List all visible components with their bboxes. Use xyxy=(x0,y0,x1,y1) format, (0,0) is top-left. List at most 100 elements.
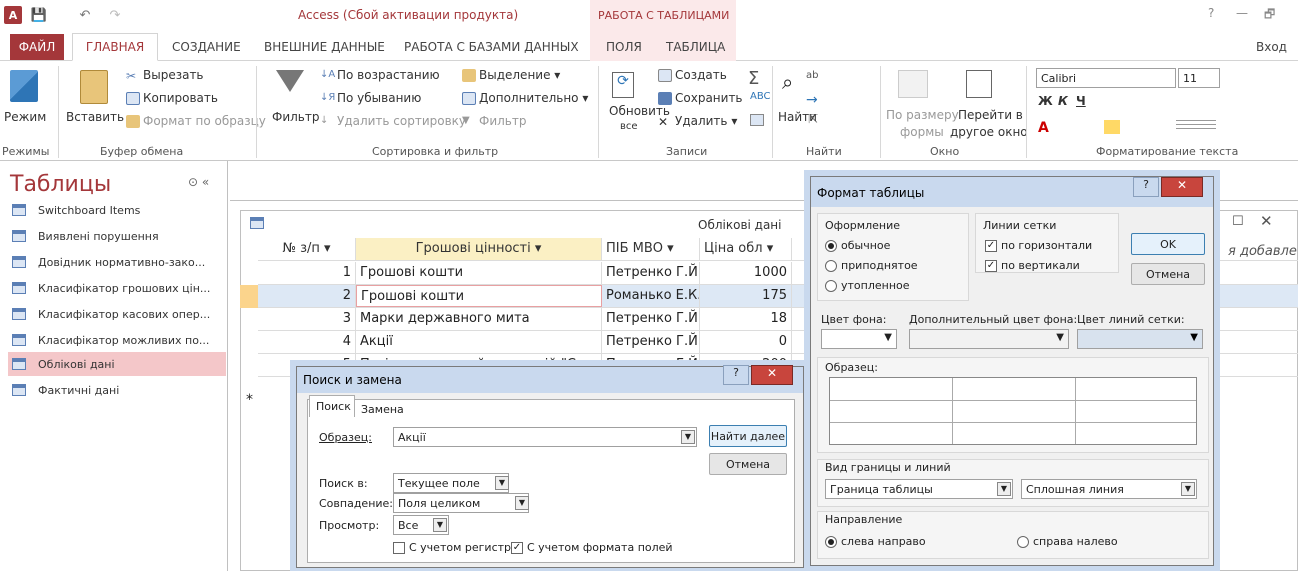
table-cell[interactable]: 3 xyxy=(258,308,356,330)
tab-external-data[interactable]: ВНЕШНИЕ ДАННЫЕ xyxy=(264,40,385,54)
border-select[interactable]: Граница таблицы xyxy=(825,479,1013,499)
view-button[interactable]: Режим xyxy=(4,110,46,124)
more-records-icon[interactable] xyxy=(750,114,764,126)
sort-desc-button[interactable]: ↓Я По убыванию xyxy=(320,91,421,105)
binoculars-icon[interactable]: ⌕ xyxy=(782,70,793,94)
underline-button[interactable]: Ч xyxy=(1076,94,1086,108)
chevron-down-icon[interactable]: ▼ xyxy=(515,496,529,510)
radio-normal[interactable]: обычное xyxy=(825,239,890,252)
lookin-select[interactable]: Текущее поле xyxy=(393,473,509,493)
help-icon[interactable]: ? xyxy=(1133,177,1159,197)
minimize-icon[interactable]: — xyxy=(1236,6,1248,20)
nav-title[interactable]: Таблицы xyxy=(10,172,111,197)
selection-button[interactable]: Выделение ▾ xyxy=(462,68,560,82)
goto-icon[interactable]: → xyxy=(806,92,818,108)
switch-windows-icon[interactable] xyxy=(966,70,992,98)
redo-icon[interactable]: ↷ xyxy=(106,6,124,24)
save-record-button[interactable]: Сохранить xyxy=(658,91,743,105)
nav-item[interactable]: Виявлені порушення xyxy=(8,224,226,248)
refresh-icon[interactable]: ⟳ xyxy=(612,72,634,98)
match-select[interactable]: Поля целиком xyxy=(393,493,529,513)
font-color-icon[interactable]: A xyxy=(1038,120,1049,136)
table-cell[interactable]: Грошові кошти xyxy=(356,262,602,284)
totals-icon[interactable]: Σ xyxy=(748,68,759,89)
table-cell[interactable]: Петренко Г.Й. xyxy=(602,331,700,353)
column-header[interactable]: Грошові цінності ▾ xyxy=(356,238,602,260)
alt-bg-color-select[interactable]: ▼ xyxy=(909,329,1069,349)
tab-create[interactable]: СОЗДАНИЕ xyxy=(172,40,241,54)
cut-button[interactable]: ✂ Вырезать xyxy=(126,68,204,83)
tab-database-tools[interactable]: РАБОТА С БАЗАМИ ДАННЫХ xyxy=(404,40,579,54)
close-icon[interactable]: ✕ xyxy=(751,365,793,385)
table-cell[interactable]: 4 xyxy=(258,331,356,353)
find-button[interactable]: Найти xyxy=(778,110,817,124)
tab-home[interactable]: ГЛАВНАЯ xyxy=(72,33,158,61)
nav-item[interactable]: Довідник нормативно-зако... xyxy=(8,250,226,274)
close-icon[interactable]: ✕ xyxy=(1260,212,1273,230)
tab-replace[interactable]: Замена xyxy=(357,399,408,420)
table-cell[interactable]: Акції xyxy=(356,331,602,353)
cancel-button[interactable]: Отмена xyxy=(1131,263,1205,285)
advanced-button[interactable]: Дополнительно ▾ xyxy=(462,91,588,105)
chevron-down-icon[interactable]: ▼ xyxy=(1181,482,1195,496)
close-icon[interactable]: ✕ xyxy=(1161,177,1203,197)
filter-button[interactable]: Фильтр xyxy=(272,110,319,124)
grid-color-select[interactable]: ▼ xyxy=(1077,329,1203,349)
replace-icon[interactable]: ab xyxy=(806,70,818,81)
table-cell[interactable]: Петренко Г.Й. xyxy=(602,308,700,330)
radio-ltr[interactable]: слева направо xyxy=(825,535,926,548)
restore-icon[interactable]: 🗗 xyxy=(1264,5,1275,26)
font-name-select[interactable]: Calibri xyxy=(1036,68,1176,88)
add-field-header[interactable]: я добавле xyxy=(1228,244,1297,259)
cancel-button[interactable]: Отмена xyxy=(709,453,787,475)
switch-windows-button[interactable]: Перейти в xyxy=(958,108,1023,122)
filter-icon[interactable] xyxy=(276,70,304,92)
record-selector[interactable] xyxy=(240,285,258,308)
find-next-button[interactable]: Найти далее xyxy=(709,425,787,447)
chevron-down-icon[interactable]: ▼ xyxy=(495,476,509,490)
save-icon[interactable]: 💾 xyxy=(30,6,48,24)
match-case-checkbox[interactable]: С учетом регистра xyxy=(393,541,518,554)
table-cell[interactable]: 175 xyxy=(700,285,792,307)
help-icon[interactable]: ? xyxy=(723,365,749,385)
table-cell[interactable]: 18 xyxy=(700,308,792,330)
grid-horizontal-checkbox[interactable]: ✓ по горизонтали xyxy=(985,239,1092,252)
table-cell[interactable]: Романько Е.К. xyxy=(602,285,700,307)
size-to-form-icon[interactable] xyxy=(898,70,928,98)
clear-sort-button[interactable]: ↓ Удалить сортировку xyxy=(320,114,466,128)
table-cell[interactable]: 1 xyxy=(258,262,356,284)
column-header[interactable]: Ціна обл ▾ xyxy=(700,238,792,260)
radio-sunken[interactable]: утопленное xyxy=(825,279,910,292)
spelling-icon[interactable]: ABC xyxy=(750,91,771,102)
table-cell-active[interactable]: Грошові кошти xyxy=(356,285,602,307)
table-cell[interactable]: 0 xyxy=(700,331,792,353)
view-icon[interactable] xyxy=(10,70,38,102)
bold-button[interactable]: Ж xyxy=(1038,94,1053,108)
paste-icon[interactable] xyxy=(80,70,108,104)
nav-item[interactable]: Switchboard Items xyxy=(8,198,226,222)
maximize-icon[interactable]: ☐ xyxy=(1232,214,1244,229)
nav-item[interactable]: Фактичні дані xyxy=(8,378,226,402)
font-size-select[interactable]: 11 xyxy=(1178,68,1220,88)
nav-item-selected[interactable]: Облікові дані xyxy=(8,352,226,376)
tab-table[interactable]: ТАБЛИЦА xyxy=(666,40,725,54)
size-to-form-button[interactable]: По размеру xyxy=(886,108,959,122)
toggle-filter-button[interactable]: ▼ Фильтр xyxy=(462,114,526,128)
table-cell[interactable]: 2 xyxy=(258,285,356,307)
nav-item[interactable]: Класифікатор грошових цін... xyxy=(8,276,226,300)
paste-button[interactable]: Вставить xyxy=(66,110,124,124)
match-format-checkbox[interactable]: ✓ С учетом формата полей xyxy=(511,541,673,554)
column-header[interactable]: № з/п ▾ xyxy=(258,238,356,260)
ok-button[interactable]: OK xyxy=(1131,233,1205,255)
pattern-input[interactable]: Акції xyxy=(393,427,697,447)
format-painter-button[interactable]: Формат по образцу xyxy=(126,114,266,128)
table-cell[interactable]: Петренко Г.Й. xyxy=(602,262,700,284)
signin-link[interactable]: Вход xyxy=(1256,40,1287,54)
sort-asc-button[interactable]: ↓A По возрастанию xyxy=(320,68,440,82)
copy-button[interactable]: Копировать xyxy=(126,91,218,105)
nav-options-icon[interactable]: ⊙ « xyxy=(188,175,209,189)
table-cell[interactable]: 1000 xyxy=(700,262,792,284)
undo-icon[interactable]: ↶ xyxy=(76,6,94,24)
nav-item[interactable]: Класифікатор можливих по... xyxy=(8,328,226,352)
chevron-down-icon[interactable]: ▼ xyxy=(681,430,695,444)
